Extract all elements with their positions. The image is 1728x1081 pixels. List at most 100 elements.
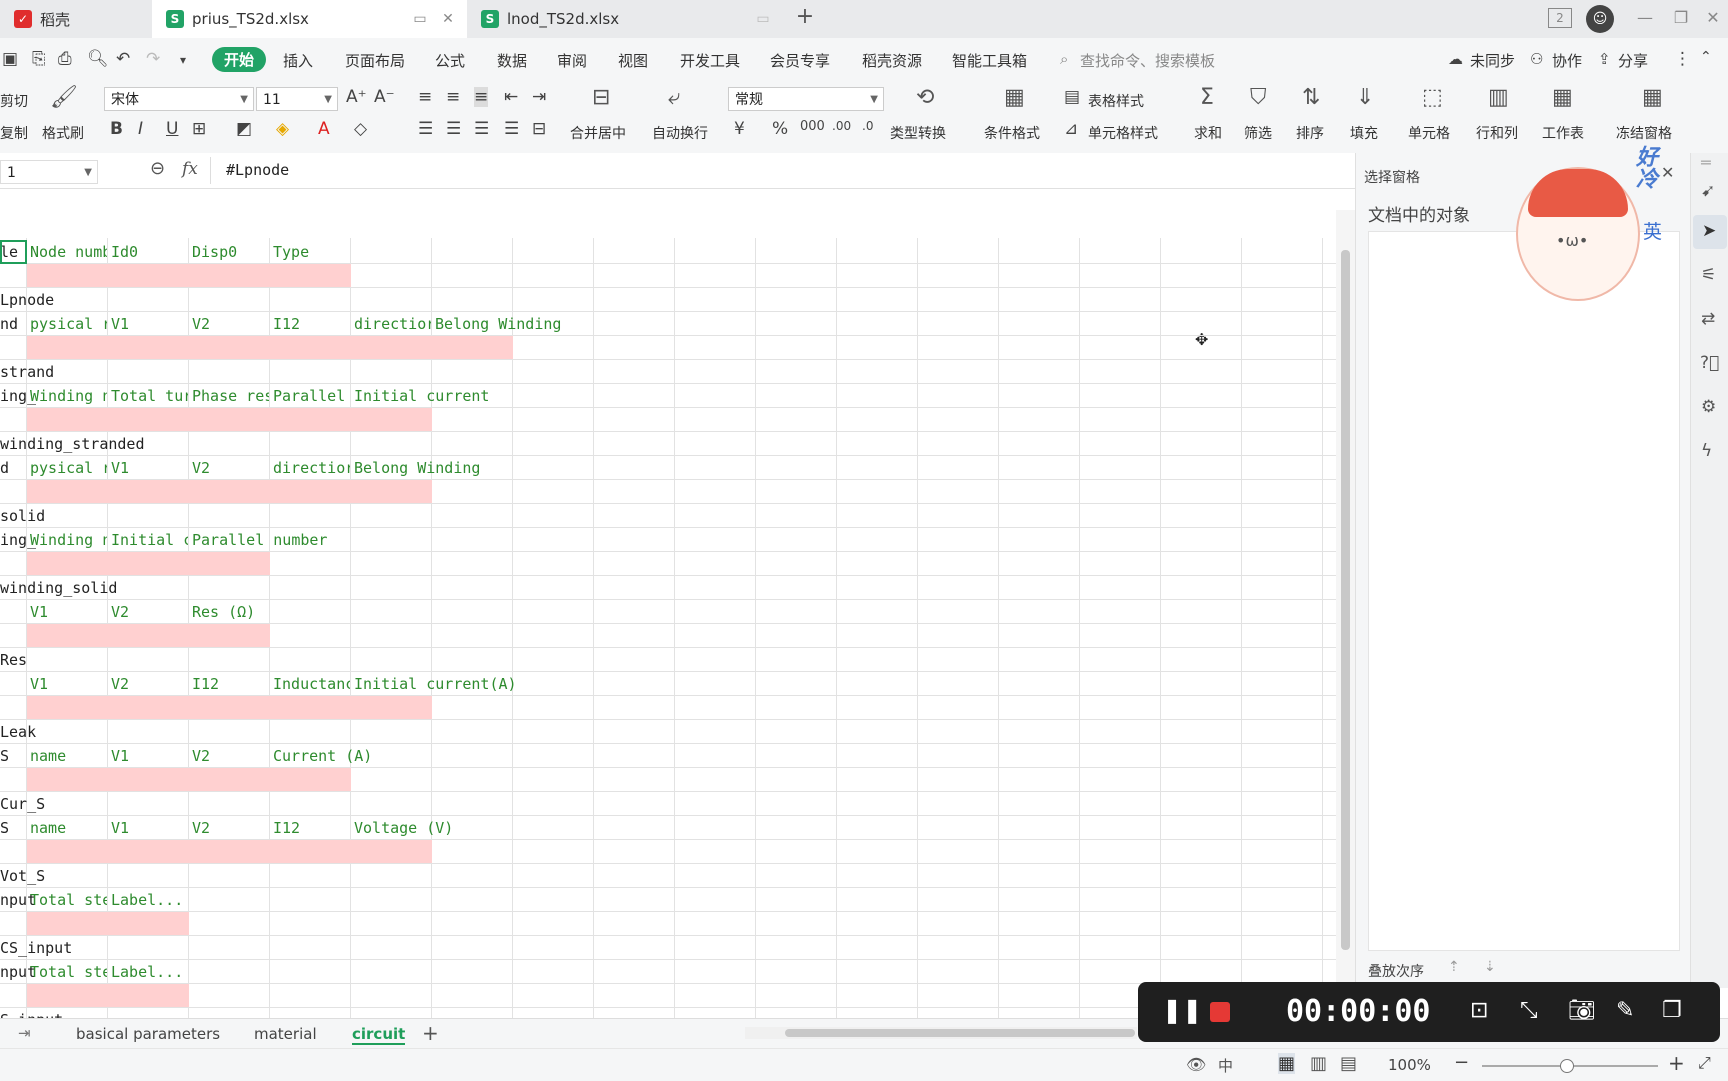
cell[interactable]: Belong Winding — [354, 456, 480, 480]
name-box[interactable]: 1 ▼ — [0, 160, 98, 184]
h-scroll-thumb[interactable] — [785, 1029, 1135, 1037]
cell[interactable]: Initial current(A) — [354, 672, 517, 696]
customize-icon[interactable]: ▾ — [180, 53, 186, 67]
cell[interactable]: V1 — [30, 600, 48, 624]
eye-protect-icon[interactable]: 👁︎ — [1186, 1055, 1206, 1074]
cell[interactable]: I12 — [192, 672, 219, 696]
cell-a[interactable]: le — [0, 240, 27, 264]
stop-record-icon[interactable] — [1210, 1002, 1230, 1022]
cell[interactable]: Current (A) — [273, 744, 372, 768]
cell-a[interactable]: solid — [0, 504, 45, 528]
menu-formula[interactable]: 公式 — [435, 50, 465, 71]
menu-start[interactable]: 开始 — [212, 47, 267, 72]
preview-icon[interactable]: 🔍︎ — [87, 49, 109, 69]
font-color-icon[interactable]: A — [318, 119, 330, 139]
collapse-ribbon-icon[interactable]: ⌃ — [1700, 49, 1712, 65]
tab-lnod[interactable]: S lnod_TS2d.xlsx ▭ — [467, 0, 782, 38]
input-row-highlight[interactable] — [27, 336, 513, 359]
cell[interactable]: Voltage (V) — [354, 816, 453, 840]
cell[interactable]: Total ste — [30, 960, 107, 984]
lightning-icon[interactable]: ϟ — [1701, 441, 1712, 461]
minimize-icon[interactable]: — — [1632, 8, 1658, 27]
camera-icon[interactable]: 📷︎ — [1568, 998, 1596, 1023]
help-icon[interactable]: ?⃝ — [1700, 353, 1719, 373]
format-painter-button[interactable]: 格式刷 — [42, 123, 84, 143]
cell-style-button[interactable]: 单元格样式 — [1088, 123, 1158, 143]
cell[interactable]: V1 — [30, 672, 48, 696]
cell[interactable]: name — [30, 744, 66, 768]
menu-insert[interactable]: 插入 — [283, 50, 313, 71]
window-mode-icon[interactable]: ❐ — [1662, 998, 1682, 1023]
send-backward-icon[interactable]: ⇣ — [1484, 959, 1496, 975]
worksheet-button[interactable]: 工作表 — [1542, 123, 1584, 143]
cell-a[interactable]: d — [0, 456, 9, 480]
command-search[interactable]: 查找命令、搜索模板 — [1080, 50, 1215, 71]
font-shrink-icon[interactable]: A⁻ — [374, 87, 395, 107]
align-middle-icon[interactable]: ≡ — [446, 87, 460, 107]
menu-smart-toolbox[interactable]: 智能工具箱 — [952, 50, 1027, 71]
avatar[interactable]: ☺ — [1586, 5, 1614, 33]
menu-member[interactable]: 会员专享 — [770, 50, 830, 71]
window-count-badge[interactable]: 2 — [1548, 8, 1572, 28]
decrease-decimal-icon[interactable]: .0 — [862, 119, 873, 133]
sheet-tab-basical[interactable]: basical parameters — [76, 1025, 220, 1043]
zoom-level[interactable]: 100% — [1388, 1056, 1431, 1074]
border-icon[interactable]: ⊞ — [192, 119, 206, 139]
fullscreen-icon[interactable]: ⤢ — [1698, 1053, 1711, 1073]
tab-daoke[interactable]: ✓ 稻壳 — [0, 0, 152, 38]
pen-icon[interactable]: ✎ — [1616, 998, 1634, 1023]
cell[interactable]: Initial current — [354, 384, 489, 408]
close-icon[interactable]: ✕ — [439, 11, 457, 27]
cell[interactable]: V2 — [192, 816, 210, 840]
highlight-icon[interactable]: ◈ — [276, 119, 289, 139]
indent-icon[interactable]: ⇥ — [532, 87, 546, 107]
cell-a[interactable]: winding_stranded — [0, 432, 145, 456]
menu-view[interactable]: 视图 — [618, 50, 648, 71]
cell[interactable]: I12 — [273, 816, 300, 840]
distribute-icon[interactable]: ⊟ — [532, 119, 546, 139]
underline-icon[interactable]: U — [166, 119, 178, 139]
normal-view-icon[interactable]: ▦ — [1278, 1053, 1296, 1074]
freeze-button[interactable]: 冻结窗格 — [1616, 123, 1672, 143]
cell[interactable]: V2 — [111, 600, 129, 624]
cell[interactable]: pysical r — [30, 312, 107, 336]
shrink-icon[interactable]: ⤡ — [1520, 998, 1538, 1023]
tab-prius[interactable]: S prius_TS2d.xlsx ▭ ✕ — [152, 0, 467, 38]
cell[interactable]: directior — [273, 456, 350, 480]
cell-a[interactable]: S — [0, 816, 9, 840]
transform-icon[interactable]: ⇄ — [1701, 309, 1715, 329]
cell-a[interactable]: nd — [0, 312, 18, 336]
window-icon[interactable]: ▭ — [754, 11, 772, 27]
cell[interactable]: I12 — [273, 312, 300, 336]
cell-a[interactable]: Leak — [0, 720, 36, 744]
objects-list[interactable] — [1368, 231, 1680, 951]
window-icon[interactable]: ▭ — [411, 11, 429, 27]
sheet-tab-material[interactable]: material — [254, 1025, 317, 1043]
filter-button[interactable]: 筛选 — [1244, 123, 1272, 143]
cell[interactable]: V2 — [192, 456, 210, 480]
font-grow-icon[interactable]: A⁺ — [346, 87, 367, 107]
menu-developer[interactable]: 开发工具 — [680, 50, 740, 71]
cell[interactable]: Initial c — [111, 528, 188, 552]
align-left-icon[interactable]: ☰ — [418, 119, 433, 139]
cell[interactable]: pysical r — [30, 456, 107, 480]
cell-a[interactable]: Cur_S — [0, 792, 45, 816]
input-row-highlight[interactable] — [27, 912, 189, 935]
zoom-in-icon[interactable]: + — [1668, 1051, 1685, 1075]
fill-button[interactable]: 填充 — [1350, 123, 1378, 143]
cut-button[interactable]: 剪切 — [0, 91, 28, 111]
cell-a[interactable]: winding_solid — [0, 576, 117, 600]
thousands-icon[interactable]: 000 — [800, 119, 825, 134]
restore-icon[interactable]: ❐ — [1668, 8, 1694, 27]
merge-center-button[interactable]: 合并居中 — [570, 123, 626, 143]
cell[interactable]: V2 — [192, 312, 210, 336]
align-center-icon[interactable]: ☰ — [446, 119, 461, 139]
font-name-select[interactable]: 宋体 ▼ — [104, 87, 254, 111]
close-pane-icon[interactable]: ✕ — [1661, 163, 1674, 182]
justify-icon[interactable]: ☰ — [504, 119, 519, 139]
cell[interactable]: V1 — [111, 312, 129, 336]
menu-daoke-resources[interactable]: 稻壳资源 — [862, 50, 922, 71]
input-row-highlight[interactable] — [27, 984, 189, 1007]
page-break-view-icon[interactable]: ▤ — [1340, 1053, 1357, 1074]
page-layout-view-icon[interactable]: ▥ — [1310, 1053, 1327, 1074]
